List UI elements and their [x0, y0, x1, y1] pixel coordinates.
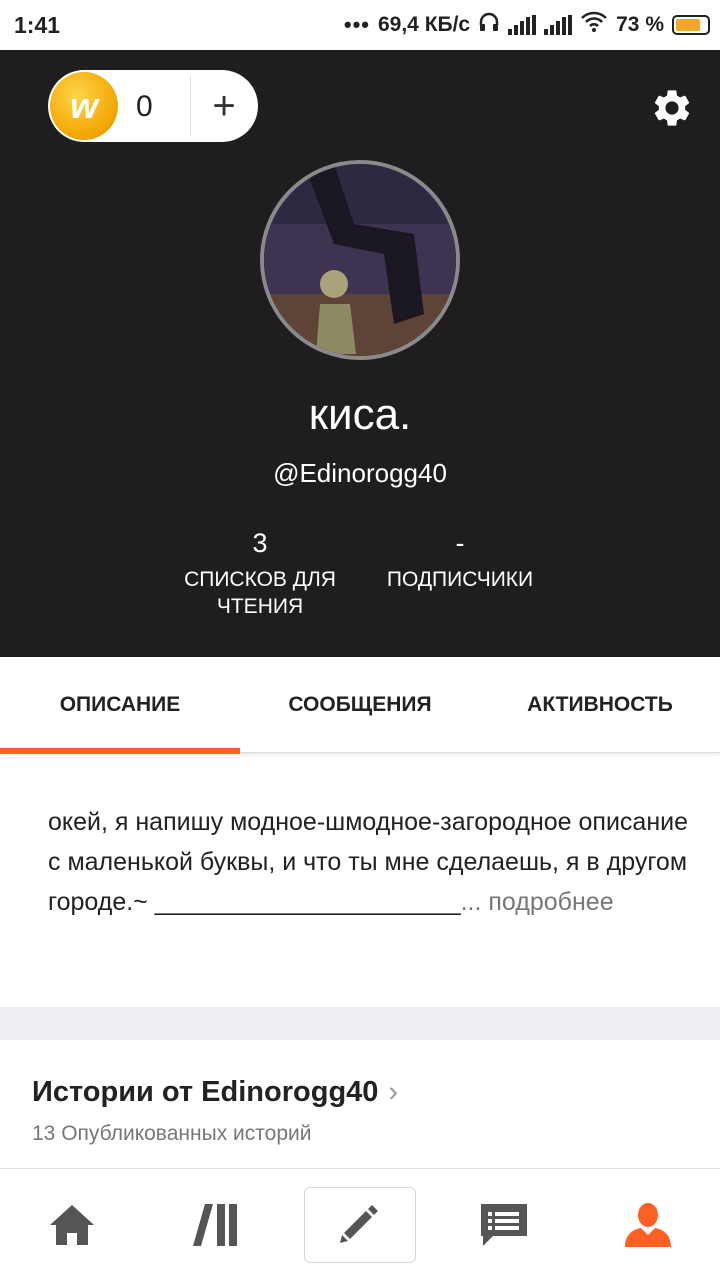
profile-tabs: ОПИСАНИЕ СООБЩЕНИЯ АКТИВНОСТЬ [0, 657, 720, 754]
pencil-icon [336, 1199, 384, 1252]
coin-divider [190, 76, 191, 136]
status-indicators: ••• 69,4 КБ/с 73 % [344, 10, 710, 40]
gear-icon[interactable] [650, 86, 694, 130]
status-time: 1:41 [14, 12, 61, 38]
messages-icon[interactable] [460, 1169, 548, 1280]
followers-label: ПОДПИСЧИКИ [386, 568, 534, 591]
more-dots-icon: ••• [343, 12, 370, 37]
library-icon[interactable] [172, 1169, 260, 1280]
network-speed: 69,4 КБ/с [377, 13, 471, 36]
signal-icon-2 [544, 15, 573, 35]
coin-count: 0 [136, 90, 153, 123]
profile-icon[interactable] [604, 1169, 692, 1280]
read-more-link[interactable]: ... подробнее [461, 888, 614, 916]
battery-percent: 73 % [616, 13, 664, 36]
profile-description: окей, я напишу модное-шмодное-загородное… [48, 802, 688, 922]
battery-icon [672, 15, 710, 35]
wifi-icon [580, 11, 608, 39]
username: @Edinorogg40 [273, 458, 447, 488]
coin-icon: w [50, 72, 118, 140]
signal-icon [508, 15, 537, 35]
home-icon[interactable] [28, 1169, 116, 1280]
profile-header: w 0 + киса. @Edinorogg40 3 СПИСКОВ ДЛЯ Ч… [0, 50, 720, 657]
section-divider [0, 1007, 720, 1040]
chevron-right-icon: › [388, 1076, 399, 1108]
stories-title: Истории от Edinorogg40 [32, 1076, 379, 1108]
stories-section[interactable]: Истории от Edinorogg40 › 13 Опубликованны… [0, 1040, 720, 1168]
stories-count: 13 Опубликованных историй [32, 1122, 312, 1145]
followers-count: - [455, 528, 465, 558]
headphones-icon [478, 11, 500, 39]
add-coins-button[interactable]: + [198, 80, 250, 132]
reading-lists-count: 3 [252, 528, 268, 558]
write-button[interactable] [304, 1187, 416, 1263]
avatar[interactable] [260, 160, 460, 360]
tab-activity[interactable]: АКТИВНОСТЬ [480, 657, 720, 753]
status-bar: 1:41 ••• 69,4 КБ/с 73 % [0, 0, 720, 50]
tab-description[interactable]: ОПИСАНИЕ [0, 657, 240, 754]
display-name: киса. [308, 390, 412, 439]
tab-messages[interactable]: СООБЩЕНИЯ [240, 657, 480, 753]
reading-lists-label: СПИСКОВ ДЛЯ ЧТЕНИЯ [184, 568, 336, 618]
coins-widget[interactable]: w 0 + [48, 70, 258, 142]
followers-stat[interactable]: - ПОДПИСЧИКИ [360, 528, 560, 593]
reading-lists-stat[interactable]: 3 СПИСКОВ ДЛЯ ЧТЕНИЯ [160, 528, 360, 620]
stories-title-row[interactable]: Истории от Edinorogg40 › [32, 1076, 398, 1109]
bottom-navigation [0, 1168, 720, 1280]
